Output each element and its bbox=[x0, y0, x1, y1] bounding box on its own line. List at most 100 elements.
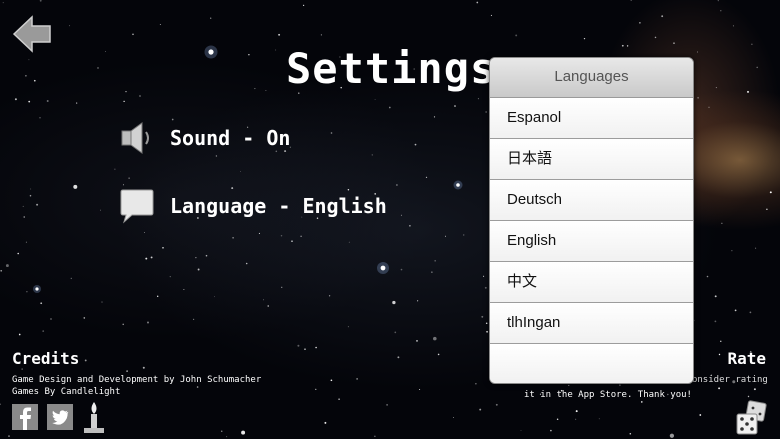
star bbox=[751, 43, 753, 45]
star bbox=[159, 23, 161, 25]
star bbox=[281, 286, 283, 288]
star bbox=[2, 2, 4, 4]
star bbox=[26, 291, 28, 293]
star bbox=[756, 66, 758, 69]
bright-star bbox=[380, 265, 386, 271]
star bbox=[315, 388, 317, 391]
star bbox=[195, 257, 197, 259]
back-arrow-icon[interactable] bbox=[12, 14, 52, 54]
twitter-icon[interactable] bbox=[47, 404, 73, 430]
star bbox=[14, 98, 17, 101]
star bbox=[205, 254, 208, 257]
dice-icon[interactable] bbox=[733, 400, 769, 436]
star bbox=[453, 417, 455, 418]
language-menu-header: Languages bbox=[490, 58, 693, 98]
star bbox=[699, 414, 702, 416]
star bbox=[280, 234, 283, 237]
star bbox=[639, 22, 641, 24]
star bbox=[5, 264, 9, 268]
bright-star bbox=[456, 183, 460, 187]
star bbox=[297, 344, 300, 347]
star bbox=[328, 295, 331, 297]
sound-label: Sound - On bbox=[170, 126, 291, 150]
page-title: Settings bbox=[286, 44, 497, 93]
star bbox=[661, 15, 664, 18]
star bbox=[640, 401, 643, 403]
star bbox=[28, 59, 30, 61]
star bbox=[214, 296, 216, 298]
sound-toggle[interactable]: Sound - On bbox=[118, 120, 290, 156]
star bbox=[150, 256, 153, 259]
star bbox=[445, 235, 446, 237]
star bbox=[70, 277, 72, 280]
star bbox=[28, 100, 31, 103]
star bbox=[267, 305, 269, 307]
language-option-chinese[interactable]: 中文 bbox=[490, 262, 693, 303]
star bbox=[254, 88, 256, 90]
star bbox=[128, 177, 130, 179]
star bbox=[291, 240, 293, 242]
candle-logo-icon[interactable] bbox=[82, 400, 106, 436]
star bbox=[769, 191, 772, 194]
language-option-deutsch[interactable]: Deutsch bbox=[490, 180, 693, 221]
language-option-empty[interactable] bbox=[490, 344, 693, 383]
star bbox=[431, 271, 433, 273]
star bbox=[433, 116, 436, 118]
star bbox=[139, 95, 141, 97]
star bbox=[122, 184, 125, 186]
star bbox=[697, 51, 698, 53]
rate-heading: Rate bbox=[727, 349, 766, 368]
star bbox=[371, 154, 373, 156]
star bbox=[714, 320, 717, 323]
bright-star bbox=[35, 287, 39, 291]
language-option-japanese[interactable]: 日本語 bbox=[490, 139, 693, 180]
star bbox=[630, 0, 632, 1]
star bbox=[275, 49, 277, 51]
star bbox=[241, 430, 246, 435]
star bbox=[226, 436, 228, 438]
credits-studio: Games By Candlelight bbox=[12, 387, 121, 397]
star bbox=[669, 433, 675, 438]
language-option-klingon[interactable]: tlhIngan bbox=[490, 303, 693, 344]
star bbox=[520, 430, 522, 431]
star bbox=[169, 275, 171, 278]
star bbox=[437, 353, 440, 356]
star bbox=[42, 330, 45, 332]
star bbox=[30, 188, 32, 190]
star bbox=[114, 168, 116, 170]
star bbox=[221, 430, 223, 432]
star bbox=[400, 214, 402, 216]
star bbox=[490, 14, 492, 16]
star bbox=[356, 378, 358, 380]
bright-star bbox=[208, 49, 214, 55]
star bbox=[144, 232, 145, 234]
star bbox=[97, 67, 99, 69]
star bbox=[583, 37, 586, 40]
star bbox=[550, 429, 552, 432]
star bbox=[714, 295, 717, 298]
star bbox=[386, 403, 389, 406]
star bbox=[495, 403, 498, 406]
language-toggle[interactable]: Language - English bbox=[118, 188, 387, 224]
star bbox=[483, 275, 485, 277]
language-option-espanol[interactable]: Espanol bbox=[490, 98, 693, 139]
star bbox=[747, 90, 749, 93]
star bbox=[734, 309, 737, 312]
language-option-english[interactable]: English bbox=[490, 221, 693, 262]
star bbox=[83, 317, 86, 319]
star bbox=[575, 418, 577, 420]
star bbox=[162, 246, 164, 249]
star bbox=[476, 1, 479, 4]
star bbox=[330, 132, 333, 134]
star bbox=[197, 268, 200, 271]
star bbox=[248, 54, 250, 56]
star bbox=[484, 286, 487, 289]
facebook-icon[interactable] bbox=[12, 404, 38, 430]
star bbox=[25, 241, 27, 243]
star bbox=[708, 106, 710, 108]
speech-bubble-icon bbox=[120, 189, 154, 224]
star bbox=[720, 340, 722, 342]
star bbox=[132, 33, 134, 36]
star bbox=[125, 91, 127, 93]
star bbox=[196, 386, 199, 388]
